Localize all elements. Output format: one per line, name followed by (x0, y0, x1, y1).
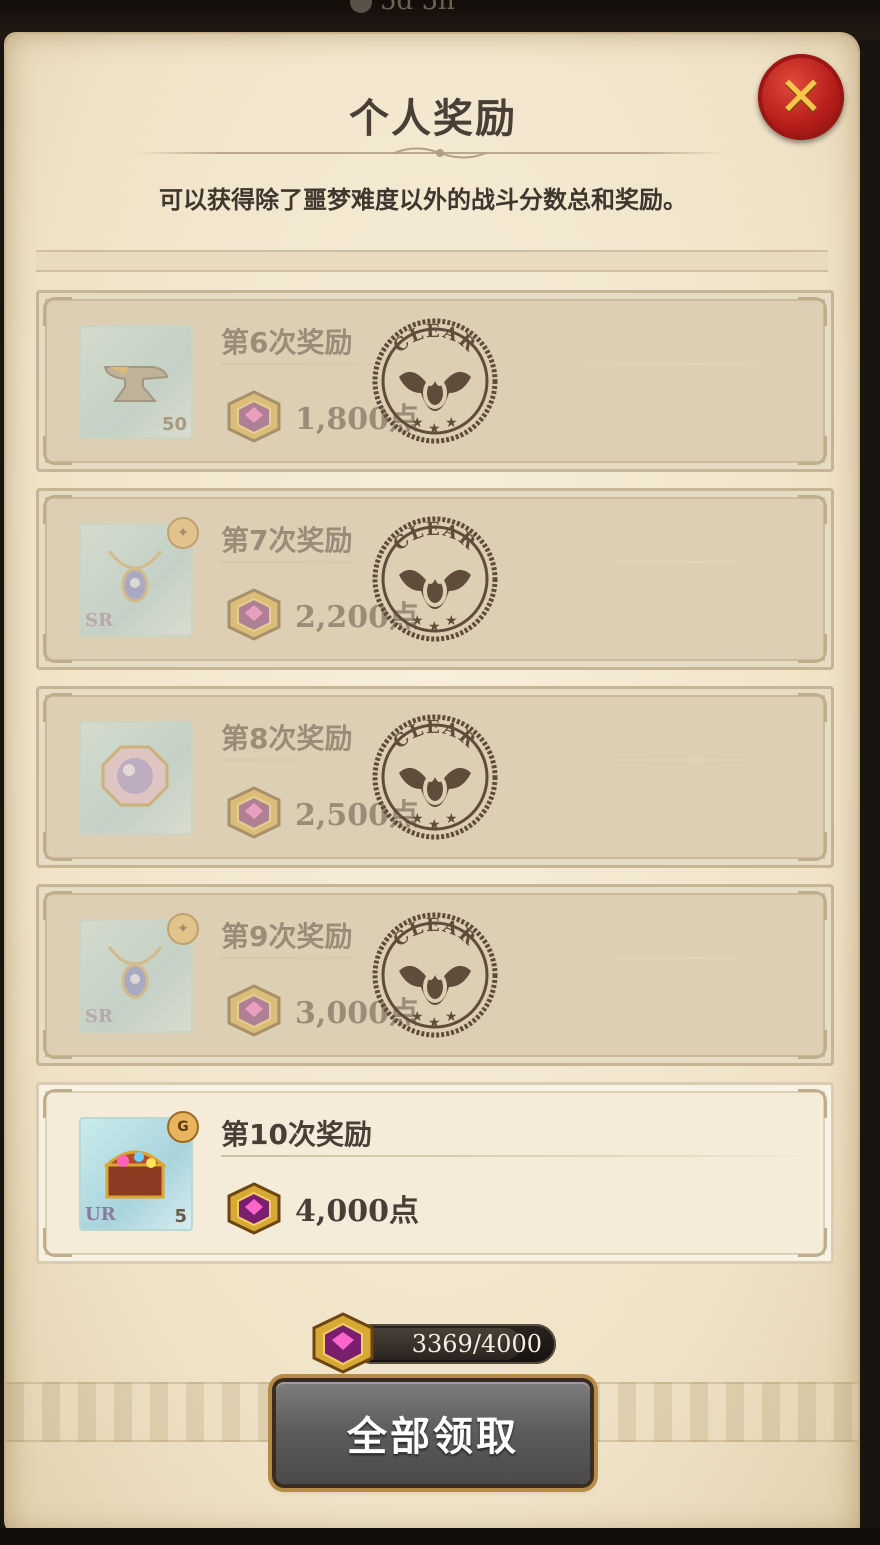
item-rarity: UR (85, 1204, 116, 1225)
card-corner (43, 1030, 72, 1059)
card-corner (43, 297, 72, 326)
card-corner (43, 634, 72, 663)
svg-text:★: ★ (445, 1009, 458, 1025)
clear-stamp: CLEAR★ ★ ★ (372, 516, 498, 642)
svg-text:★: ★ (445, 415, 458, 431)
treasure-chest-icon (103, 1150, 167, 1199)
reward-divider (221, 1155, 815, 1157)
card-corner (43, 891, 72, 920)
reward-title: 第10次奖励 (221, 1118, 372, 1151)
svg-text:★: ★ (428, 817, 441, 833)
svg-text:★: ★ (428, 619, 441, 635)
svg-text:★: ★ (428, 1015, 441, 1031)
item-rarity: SR (85, 610, 113, 631)
orb-icon (101, 745, 169, 807)
claim-all-button[interactable]: 全部领取 (276, 1382, 590, 1484)
reward-divider (221, 363, 815, 365)
event-timer: 5d 5h (350, 0, 455, 16)
reward-card[interactable]: 50 第6次奖励 1,800点 CLEAR ★ ★ ★ (36, 290, 834, 472)
anvil-icon (103, 366, 169, 402)
card-corner (798, 1030, 827, 1059)
ornament-icon (393, 147, 487, 159)
reward-requirement: 4,000点 (223, 1181, 419, 1235)
stamp-text: CLEAR (389, 717, 480, 753)
list-top-divider (36, 250, 828, 272)
card-corner (43, 436, 72, 465)
card-corner (43, 495, 72, 524)
card-corner (798, 693, 827, 722)
item-quantity: 50 (161, 414, 187, 435)
clock-icon (350, 0, 372, 13)
svg-text:★: ★ (411, 1009, 424, 1025)
reward-item[interactable]: 5 UR G (79, 1111, 199, 1231)
point-chest-icon (227, 1182, 281, 1235)
reward-card[interactable]: SR ✦ 第9次奖励 3,000点 CLEAR ★ ★ ★ (36, 884, 834, 1066)
card-corner (798, 891, 827, 920)
card-corner (798, 832, 827, 861)
stamp-text: CLEAR (389, 321, 480, 357)
stamp-text: CLEAR (389, 519, 480, 555)
card-corner (43, 832, 72, 861)
card-corner (43, 1089, 72, 1118)
reward-item[interactable]: 50 (79, 325, 193, 439)
card-corner (43, 693, 72, 722)
necklace-icon (107, 550, 163, 603)
progress-text: 3369/4000 (411, 1330, 542, 1358)
svg-text:★: ★ (411, 415, 424, 431)
dialog-description: 可以获得除了噩梦难度以外的战斗分数总和奖励。 (159, 186, 687, 214)
svg-text:★: ★ (445, 613, 458, 629)
item-badge-icon: G (167, 1111, 199, 1143)
bottom-backdrop (0, 1528, 880, 1545)
point-chest-icon (312, 1312, 374, 1374)
card-corner (798, 436, 827, 465)
reward-title: 第9次奖励 (221, 920, 353, 953)
reward-card[interactable]: 5 UR G 第10次奖励 4,000点 (36, 1082, 834, 1264)
point-chest-icon (227, 984, 281, 1037)
item-rarity: SR (85, 1006, 113, 1027)
progress-indicator: 3369/4000 (306, 1310, 556, 1376)
event-timer-text: 5d 5h (380, 0, 455, 16)
clear-stamp: CLEAR★ ★ ★ (372, 318, 498, 444)
reward-title: 第7次奖励 (221, 524, 353, 557)
card-corner (798, 1228, 827, 1257)
item-badge-icon: ✦ (167, 913, 199, 945)
card-corner (798, 634, 827, 663)
reward-card[interactable]: SR ✦ 第7次奖励 2,200点 CLEAR ★ ★ ★ (36, 488, 834, 670)
reward-divider (221, 561, 815, 563)
item-quantity: 5 (174, 1206, 187, 1227)
svg-text:★: ★ (411, 811, 424, 827)
reward-title: 第6次奖励 (221, 326, 353, 359)
necklace-icon (107, 946, 163, 999)
point-chest-icon (227, 588, 281, 641)
dialog-title: 个人奖励 (349, 96, 517, 142)
svg-text:★: ★ (445, 811, 458, 827)
reward-points: 4,000点 (295, 1194, 419, 1229)
reward-divider (221, 759, 815, 761)
card-corner (798, 297, 827, 326)
reward-item[interactable]: SR ✦ (79, 517, 199, 637)
card-corner (798, 495, 827, 524)
point-chest-icon (227, 786, 281, 839)
clear-stamp: CLEAR★ ★ ★ (372, 912, 498, 1038)
claim-all-label: 全部领取 (347, 1414, 519, 1460)
reward-item[interactable] (79, 721, 193, 835)
reward-item[interactable]: SR ✦ (79, 913, 199, 1033)
reward-card[interactable]: 第8次奖励 2,500点 CLEAR ★ ★ ★ (36, 686, 834, 868)
stamp-text: CLEAR (389, 915, 480, 951)
point-chest-icon (227, 390, 281, 443)
svg-text:★: ★ (428, 421, 441, 437)
card-corner (798, 1089, 827, 1118)
reward-title: 第8次奖励 (221, 722, 353, 755)
card-corner (43, 1228, 72, 1257)
svg-text:★: ★ (411, 613, 424, 629)
item-badge-icon: ✦ (167, 517, 199, 549)
reward-divider (221, 957, 815, 959)
clear-stamp: CLEAR★ ★ ★ (372, 714, 498, 840)
